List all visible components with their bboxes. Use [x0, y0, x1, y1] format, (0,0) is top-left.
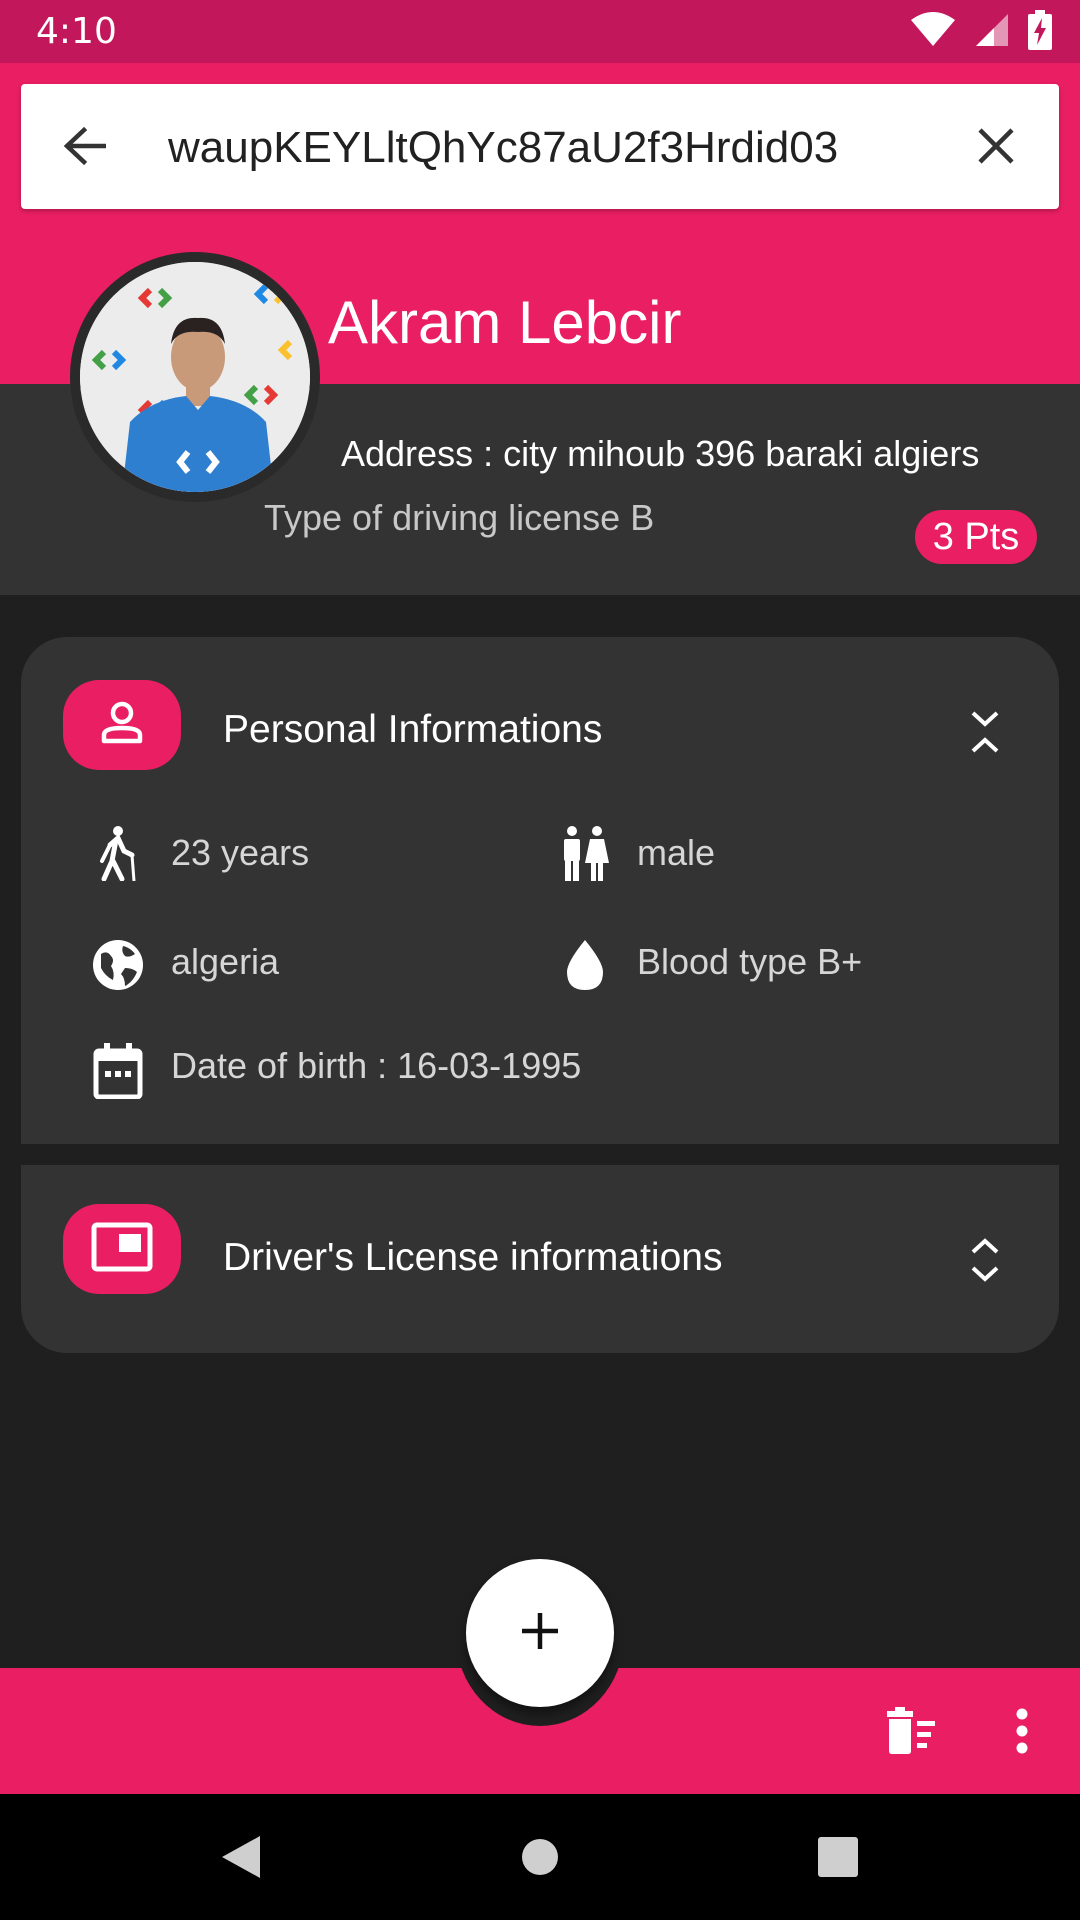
points-badge: 3 Pts	[915, 510, 1037, 564]
expand-icon[interactable]	[957, 1225, 1013, 1295]
avatar	[80, 262, 310, 492]
wc-icon	[556, 824, 614, 882]
globe-icon	[89, 936, 147, 994]
nav-back-icon[interactable]	[196, 1812, 286, 1902]
cell-signal-icon	[974, 12, 1010, 52]
license-icon-box	[63, 1204, 181, 1294]
blood-drop-icon	[556, 936, 614, 994]
profile-name: Akram Lebcir	[328, 289, 682, 356]
collapse-icon[interactable]	[957, 697, 1013, 767]
blood-type-value: Blood type B+	[637, 941, 863, 982]
nav-recents-icon[interactable]	[793, 1812, 883, 1902]
status-icons	[910, 10, 1052, 54]
elderly-icon	[89, 824, 147, 882]
arrow-back-icon[interactable]	[56, 118, 112, 174]
license-card-icon	[91, 1222, 153, 1276]
country-value: algeria	[171, 941, 280, 982]
wifi-icon	[910, 12, 956, 52]
birth-date-value: Date of birth : 16-03-1995	[171, 1045, 582, 1086]
search-input[interactable]: waupKEYLltQhYc87aU2f3Hrdid03	[168, 118, 908, 178]
status-time: 4:10	[36, 11, 117, 52]
gender-value: male	[637, 832, 716, 873]
age-value: 23 years	[171, 832, 310, 873]
add-icon	[520, 1611, 560, 1655]
more-vert-icon[interactable]	[987, 1696, 1057, 1766]
license-info-title: Driver's License informations	[223, 1236, 723, 1279]
battery-charging-icon	[1028, 10, 1052, 54]
nav-home-icon[interactable]	[495, 1812, 585, 1902]
add-button[interactable]	[466, 1559, 614, 1707]
delete-sweep-icon[interactable]	[876, 1696, 946, 1766]
person-icon	[98, 699, 146, 751]
close-icon[interactable]	[968, 118, 1024, 174]
person-icon-box	[63, 680, 181, 770]
personal-info-title: Personal Informations	[223, 708, 603, 751]
calendar-icon	[89, 1042, 147, 1100]
profile-address: Address : city mihoub 396 baraki algiers	[341, 433, 980, 474]
license-type: Type of driving license B	[264, 497, 655, 538]
